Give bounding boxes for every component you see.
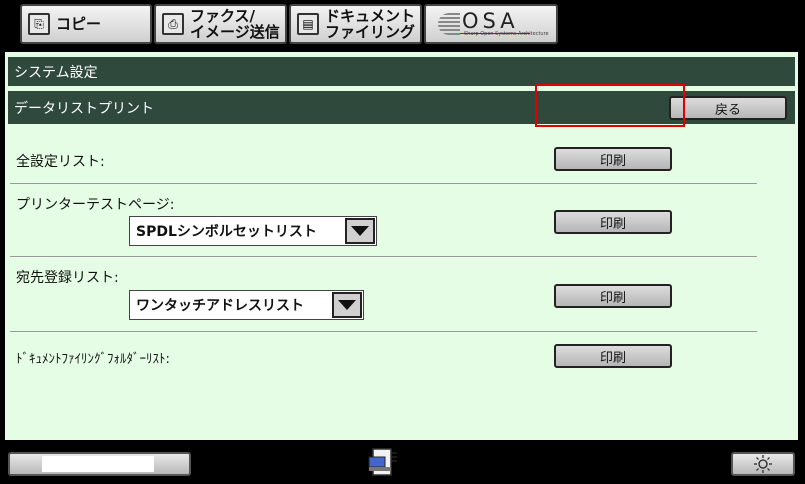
- back-button[interactable]: 戻る: [669, 96, 787, 120]
- page-title: データリストプリント: [14, 100, 154, 117]
- tab-copy-label: コピー: [56, 15, 102, 33]
- system-settings-header: システム設定: [8, 57, 795, 86]
- brightness-button[interactable]: [731, 452, 795, 476]
- chevron-down-icon[interactable]: [345, 218, 375, 244]
- tab-fax-label: ファクス/ イメージ送信: [190, 7, 280, 41]
- print-test-page-button[interactable]: 印刷: [554, 210, 672, 234]
- print-folder-list-button[interactable]: 印刷: [554, 344, 672, 368]
- tab-osa[interactable]: OSA Sharp Open Systems Architecture: [424, 4, 558, 44]
- job-status-icon[interactable]: [365, 445, 399, 479]
- symbol-set-select[interactable]: SPDLシンボルセットリスト: [129, 216, 377, 246]
- divider: [10, 183, 757, 184]
- osa-logo: OSA Sharp Open Systems Architecture: [436, 9, 549, 39]
- tab-copy[interactable]: ⎘ コピー: [20, 4, 152, 44]
- system-settings-title: システム設定: [14, 64, 98, 81]
- document-filing-icon: ▤: [297, 13, 319, 35]
- copy-icon: ⎘: [28, 13, 50, 35]
- divider: [10, 256, 757, 257]
- printer-test-page-label: プリンターテストページ:: [16, 197, 175, 213]
- divider: [10, 331, 757, 332]
- selection-highlight: [535, 84, 685, 127]
- print-all-settings-button[interactable]: 印刷: [554, 147, 672, 171]
- tab-fax-image-send[interactable]: ⎙ ファクス/ イメージ送信: [154, 4, 287, 44]
- print-address-list-button[interactable]: 印刷: [554, 284, 672, 308]
- status-bar-button[interactable]: [8, 452, 191, 476]
- address-list-label: 宛先登録リスト:: [16, 270, 119, 286]
- chevron-down-icon[interactable]: [332, 292, 362, 318]
- all-settings-list-label: 全設定リスト:: [16, 154, 105, 170]
- address-list-select[interactable]: ワンタッチアドレスリスト: [129, 290, 364, 320]
- brightness-icon: [754, 455, 772, 473]
- tab-document-filing[interactable]: ▤ ドキュメント ファイリング: [289, 4, 422, 44]
- tab-document-filing-label: ドキュメント ファイリング: [325, 7, 416, 41]
- fax-icon: ⎙: [162, 13, 184, 35]
- document-filing-folder-list-label: ﾄﾞｷｭﾒﾝﾄﾌｧｲﾘﾝｸﾞﾌｫﾙﾀﾞｰﾘｽﾄ:: [16, 352, 170, 367]
